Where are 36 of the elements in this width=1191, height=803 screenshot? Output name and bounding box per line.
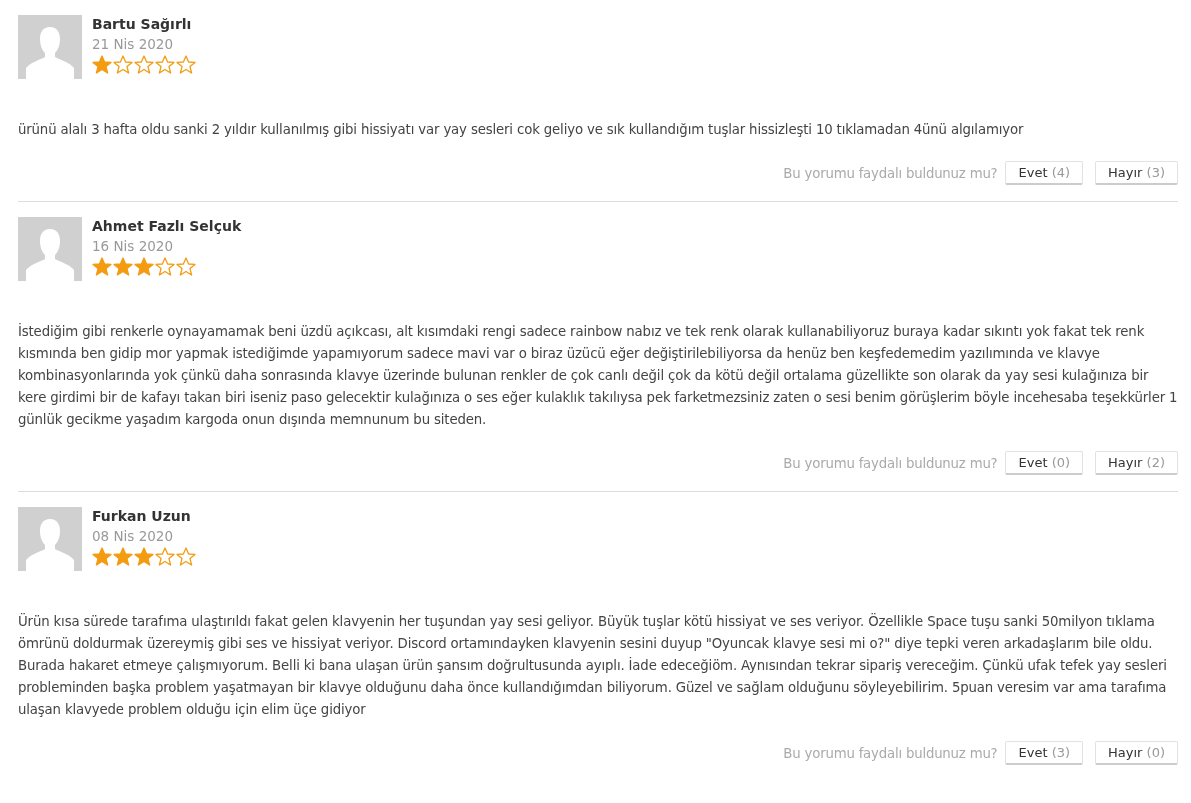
review-date: 16 Nis 2020 bbox=[92, 237, 174, 256]
star-icon bbox=[155, 55, 175, 75]
helpful-prompt: Bu yorumu faydalı buldunuz mu? bbox=[783, 455, 998, 471]
vote-button[interactable]: Hayır (3) bbox=[1095, 161, 1178, 185]
star-icon bbox=[92, 55, 112, 75]
review-text: İstediğim gibi renkerle oynayamamak beni üzdü açıkcası, alt kısımdaki rengi sadece rainbow nabız ve tek renk olarak kullanabiliyoruz buraya kadar sıkıntı yok fakat tek renk kısmında ben gidip mor yapmak istediğimde yapamıyorum sadece mavi var o biraz üzücü eğer değiştirilebiliyorsa da henüz ben keşfedemedim yazılımında ve klavye kombinasyonlarında yok çünkü daha sonrasında klavye üzerinde bulunan renkler de çok canlı değil çok da kötü değil ortalama güzellikte son olarak da yay sesi kulağınıza bir kere girdimi bir de kafayı takan biri iseniz paso gelecektir kulağınıza o ses eğer kulaklık takılıysa pek farketmezsiniz zaten o sesi benim görüşlerim böyle incehesaba teşekkürler 1 günlük gecikme yaşadım kargoda onun dışında memnunum bu siteden. bbox=[18, 322, 1178, 429]
review-date: 08 Nis 2020 bbox=[92, 527, 174, 546]
star-icon bbox=[176, 257, 196, 277]
star-icon bbox=[176, 547, 196, 567]
review-date: 21 Nis 2020 bbox=[92, 35, 174, 54]
star-icon bbox=[113, 547, 133, 567]
star-icon bbox=[113, 257, 133, 277]
star-icon bbox=[134, 257, 154, 277]
helpful-prompt: Bu yorumu faydalı buldunuz mu? bbox=[783, 165, 998, 181]
vote-button[interactable]: Hayır (0) bbox=[1095, 741, 1178, 765]
avatar-icon bbox=[18, 507, 82, 571]
avatar-icon bbox=[18, 217, 82, 281]
review-text: Ürün kısa sürede tarafıma ulaştırıldı fakat gelen klavyenin her tuşundan yay sesi geliyor. Büyük tuşlar kötü hissiyat ve ses veriyor. Özellikle Space tuşu sanki 50milyon tıklama ömrünü doldurmak üzereymiş gibi ses ve hissiyat veriyor. Discord ortamındayken klavyenin sesini duyup "Oyuncak klavye sesi mi o?" diye tepki veren arkadaşlarım bile oldu. Burada hakaret etmeye çalışmıyorum. Belli ki bana ulaşan ürün şansım doğrultusunda ayıplı. İade edeceğiöm. Aynısından tekrar sipariş vereceğim. Çünkü ufak tefek yay sesleri probleminden başka problem yaşatmayan bir klavye olduğunu daha önce kullandığımdan biliyorum. Güzel ve sağlam olduğunu söyleyebilirim. 5puan veresim var ama tarafıma ulaşan klavyede problem olduğu için elim üçe gidiyor bbox=[18, 612, 1168, 719]
reviewer-name: Furkan Uzun bbox=[92, 507, 192, 525]
helpful-prompt: Bu yorumu faydalı buldunuz mu? bbox=[783, 745, 998, 761]
reviewer-name: Ahmet Fazlı Selçuk bbox=[92, 217, 242, 235]
vote-button[interactable]: Evet (3) bbox=[1005, 741, 1084, 765]
star-icon bbox=[176, 55, 196, 75]
star-icon bbox=[155, 547, 175, 567]
star-icon bbox=[92, 547, 112, 567]
avatar-icon bbox=[18, 15, 82, 79]
star-icon bbox=[134, 55, 154, 75]
star-icon bbox=[92, 257, 112, 277]
vote-button[interactable]: Evet (0) bbox=[1005, 451, 1084, 475]
star-icon bbox=[155, 257, 175, 277]
vote-button[interactable]: Hayır (2) bbox=[1095, 451, 1178, 475]
reviewer-name: Bartu Sağırlı bbox=[92, 15, 193, 33]
vote-button[interactable]: Evet (4) bbox=[1005, 161, 1084, 185]
star-icon bbox=[113, 55, 133, 75]
review-text: ürünü alalı 3 hafta oldu sanki 2 yıldır kullanılmış gibi hissiyatı var yay sesleri cok geliyo ve sık kullandığım tuşlar hissizleşti 10 tıklamadan 4ünü algılamıyor bbox=[18, 121, 1025, 139]
star-icon bbox=[134, 547, 154, 567]
